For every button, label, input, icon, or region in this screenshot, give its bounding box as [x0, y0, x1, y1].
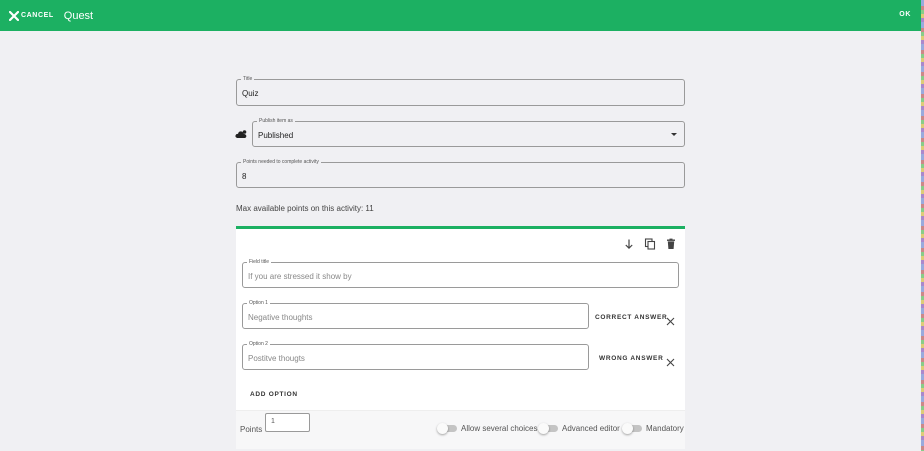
mandatory-switch[interactable]	[622, 423, 642, 434]
publish-select-value: Published	[258, 131, 294, 140]
copy-button[interactable]	[644, 237, 656, 250]
close-icon	[9, 10, 19, 21]
remove-option-icon	[666, 358, 675, 367]
option-2-value: Postitve thougts	[248, 354, 305, 363]
allow-several-choices-label: Allow several choices	[461, 424, 538, 433]
dropdown-arrow-icon	[671, 133, 677, 136]
publish-select-legend: Publish item as	[257, 117, 295, 125]
allow-several-choices-switch[interactable]	[437, 423, 457, 434]
points-input[interactable]: 1	[265, 413, 310, 432]
points-needed-field[interactable]: Points needed to complete activity 8	[236, 158, 685, 188]
option-2-legend: Option 2	[247, 340, 270, 348]
field-title-value: If you are stressed it show by	[248, 272, 352, 281]
allow-several-choices-group: Allow several choices	[437, 423, 538, 434]
ok-button[interactable]: OK	[899, 11, 911, 18]
title-field-value: Quiz	[242, 89, 259, 98]
question-card: Field title If you are stressed it show …	[236, 226, 685, 449]
remove-option-2-button[interactable]	[666, 354, 675, 367]
cancel-label: CANCEL	[21, 12, 54, 19]
advanced-editor-switch[interactable]	[538, 423, 558, 434]
title-field-legend: Title	[241, 75, 255, 83]
mandatory-group: Mandatory	[622, 423, 684, 434]
title-field[interactable]: Title Quiz	[236, 75, 685, 106]
option-1-input[interactable]: Option 1 Negative thoughts	[242, 299, 589, 329]
cancel-button[interactable]: CANCEL	[9, 10, 54, 21]
mandatory-label: Mandatory	[646, 424, 684, 433]
remove-option-icon	[666, 317, 675, 326]
option-1-legend: Option 1	[247, 299, 270, 307]
publish-select[interactable]: Publish item as Published	[252, 117, 685, 147]
option-1-value: Negative thoughts	[248, 313, 313, 322]
points-needed-value: 8	[242, 172, 247, 181]
field-title-input[interactable]: Field title If you are stressed it show …	[242, 258, 679, 288]
move-down-button[interactable]	[623, 237, 635, 250]
delete-button[interactable]	[665, 237, 677, 249]
page-title: Quest	[63, 9, 94, 22]
copy-icon	[644, 238, 656, 250]
option-2-input[interactable]: Option 2 Postitve thougts	[242, 340, 589, 370]
advanced-editor-group: Advanced editor	[538, 423, 620, 434]
remove-option-1-button[interactable]	[666, 313, 675, 326]
wrong-answer-toggle[interactable]: WRONG ANSWER	[599, 355, 664, 362]
card-actions	[623, 237, 677, 250]
max-points-text: Max available points on this activity: 1…	[236, 204, 374, 213]
cloud-visibility-icon	[235, 130, 247, 138]
move-down-icon	[625, 239, 633, 250]
points-label: Points	[240, 425, 263, 434]
field-title-legend: Field title	[247, 258, 272, 266]
add-option-button[interactable]: ADD OPTION	[250, 391, 298, 398]
delete-icon	[667, 238, 675, 249]
top-app-bar: CANCEL Quest OK	[0, 0, 921, 31]
points-needed-legend: Points needed to complete activity	[241, 158, 321, 166]
correct-answer-toggle[interactable]: CORRECT ANSWER	[595, 314, 667, 321]
advanced-editor-label: Advanced editor	[562, 424, 620, 433]
